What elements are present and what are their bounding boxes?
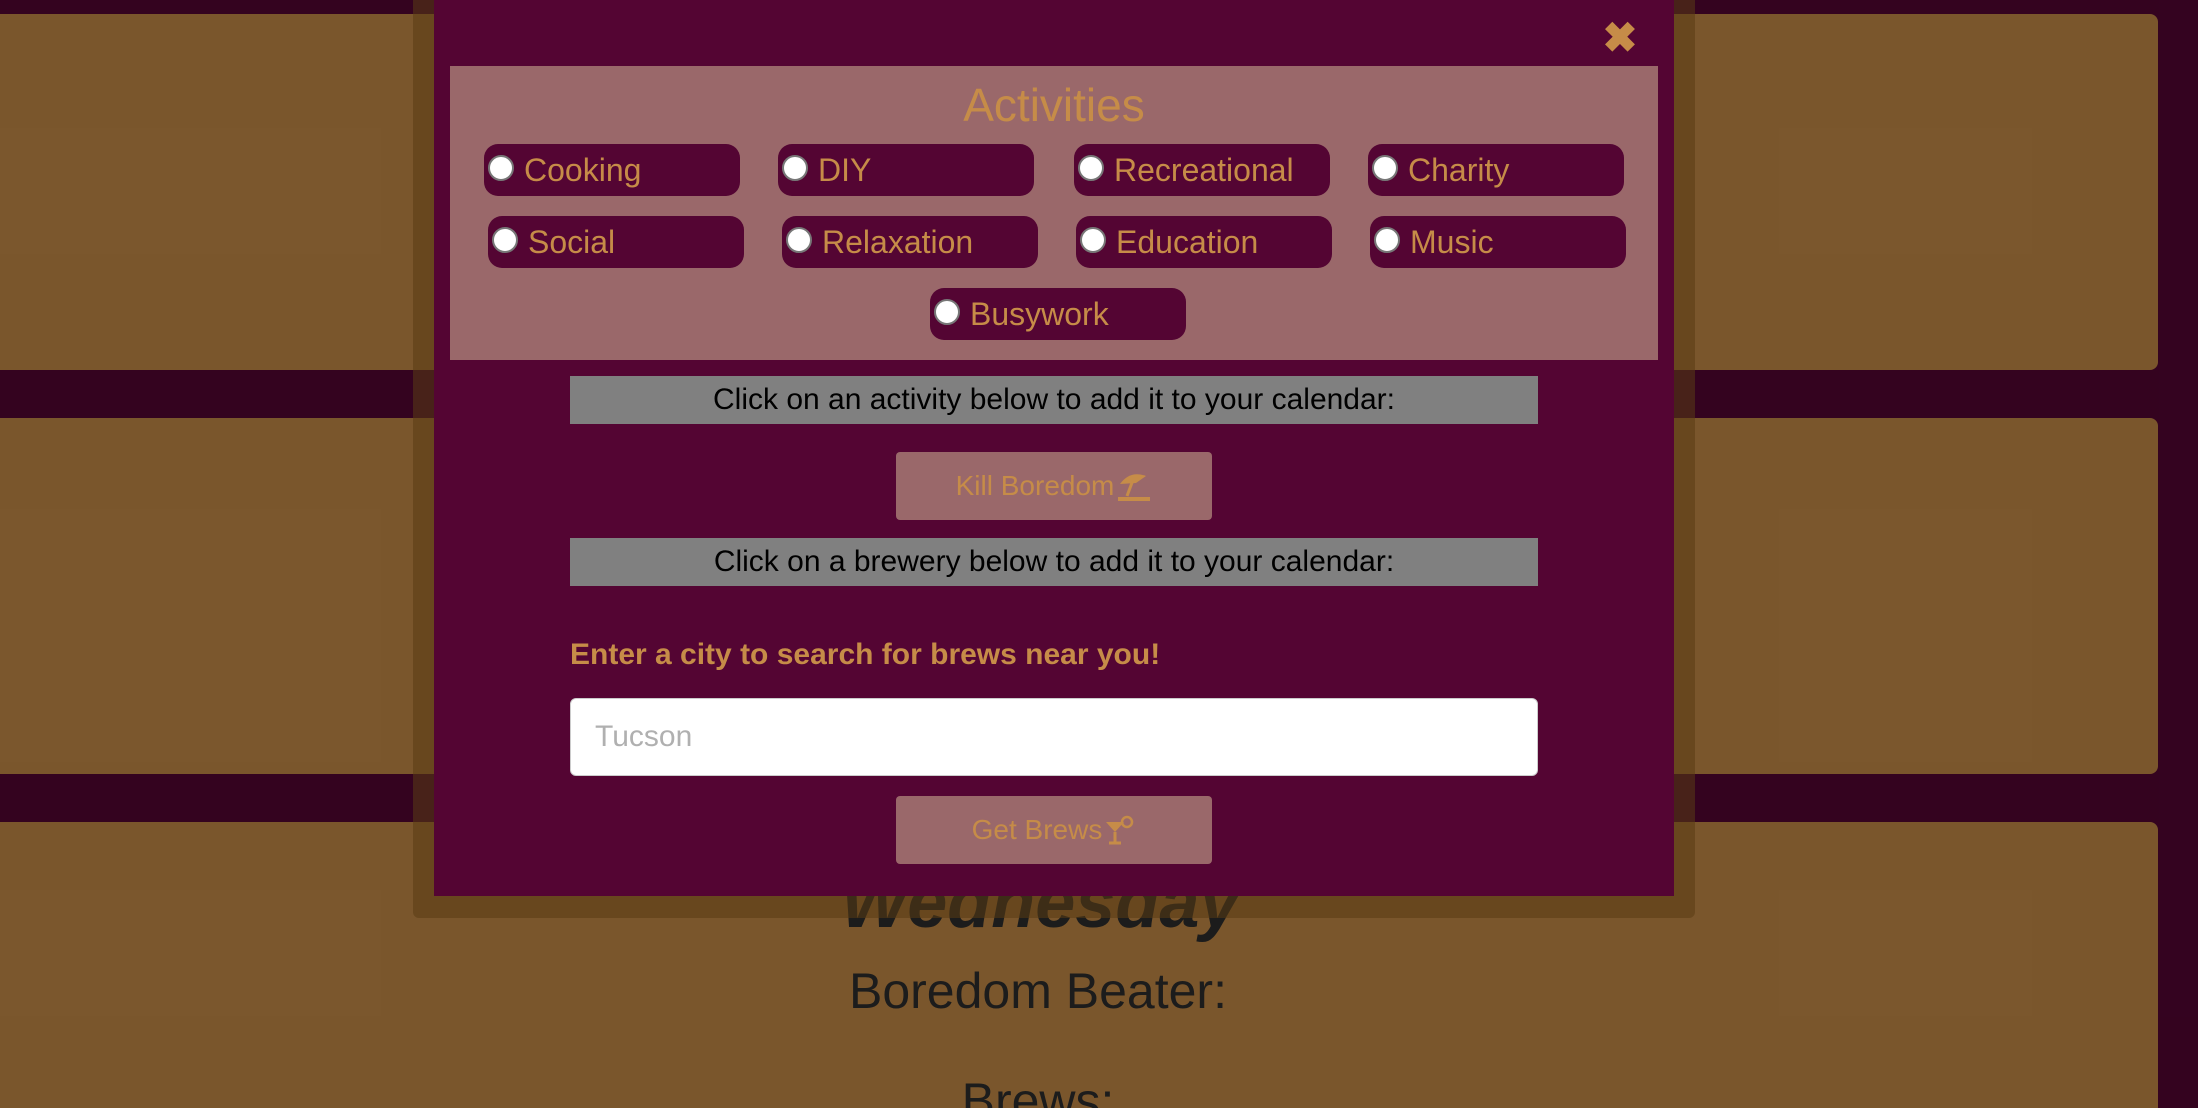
activity-option-education[interactable]: Education <box>1076 216 1332 268</box>
activity-label: Relaxation <box>822 223 974 260</box>
activity-option-charity[interactable]: Charity <box>1368 144 1624 196</box>
activity-label: Music <box>1410 223 1494 260</box>
activity-label: Busywork <box>970 295 1109 332</box>
get-brews-button[interactable]: Get Brews <box>896 796 1212 864</box>
radio-button[interactable] <box>1374 227 1400 253</box>
city-search-label: Enter a city to search for brews near yo… <box>570 638 1161 671</box>
activity-modal: ✖ Activities Cooking DIY Recreational Ch… <box>434 0 1674 896</box>
activity-label: Cooking <box>524 151 642 188</box>
radio-button[interactable] <box>1080 227 1106 253</box>
activity-label: Charity <box>1408 151 1510 188</box>
activity-option-busywork[interactable]: Busywork <box>930 288 1186 340</box>
cocktail-glass-icon <box>1106 815 1134 845</box>
get-brews-label: Get Brews <box>971 814 1103 845</box>
activity-option-social[interactable]: Social <box>488 216 744 268</box>
activity-option-recreational[interactable]: Recreational <box>1074 144 1330 196</box>
activity-label: Recreational <box>1114 151 1294 188</box>
radio-button[interactable] <box>492 227 518 253</box>
radio-button[interactable] <box>488 155 514 181</box>
activity-option-music[interactable]: Music <box>1370 216 1626 268</box>
radio-button[interactable] <box>1078 155 1104 181</box>
brewery-instructions-banner: Click on a brewery below to add it to yo… <box>570 538 1538 586</box>
activity-option-relaxation[interactable]: Relaxation <box>782 216 1038 268</box>
kill-boredom-label: Kill Boredom <box>955 470 1115 501</box>
activity-instructions-banner: Click on an activity below to add it to … <box>570 376 1538 424</box>
radio-button[interactable] <box>786 227 812 253</box>
activity-label: Social <box>528 223 616 260</box>
activity-label: DIY <box>818 151 872 188</box>
close-icon[interactable]: ✖ <box>1600 17 1640 59</box>
activities-title: Activities <box>963 79 1145 131</box>
kill-boredom-button[interactable]: Kill Boredom <box>896 452 1212 520</box>
activity-option-diy[interactable]: DIY <box>778 144 1034 196</box>
radio-button[interactable] <box>782 155 808 181</box>
activities-panel: Activities Cooking DIY Recreational Char… <box>450 66 1658 360</box>
city-search-input[interactable] <box>570 698 1538 776</box>
radio-button[interactable] <box>934 299 960 325</box>
activity-option-cooking[interactable]: Cooking <box>484 144 740 196</box>
activity-label: Education <box>1116 223 1259 260</box>
radio-button[interactable] <box>1372 155 1398 181</box>
umbrella-beach-icon <box>1118 474 1151 501</box>
